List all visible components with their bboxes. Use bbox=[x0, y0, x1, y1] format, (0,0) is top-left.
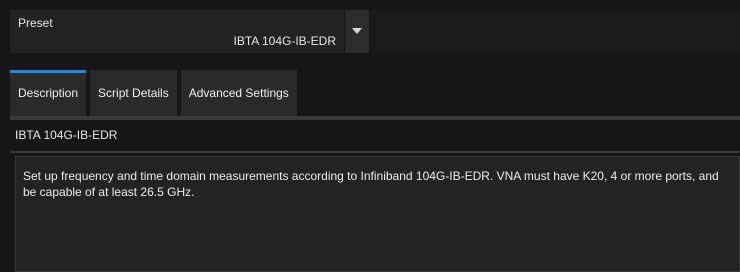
tab-advanced-settings[interactable]: Advanced Settings bbox=[180, 70, 297, 116]
preset-dialog: Preset IBTA 104G-IB-EDR Description Scri… bbox=[0, 0, 740, 272]
title-divider bbox=[10, 151, 740, 153]
preset-label: Preset bbox=[18, 16, 53, 30]
description-text: Set up frequency and time domain measure… bbox=[15, 156, 740, 272]
description-body: Set up frequency and time domain measure… bbox=[23, 169, 719, 199]
chevron-down-icon bbox=[352, 27, 362, 34]
preset-value: IBTA 104G-IB-EDR bbox=[233, 34, 336, 48]
description-title: IBTA 104G-IB-EDR bbox=[15, 128, 118, 142]
tab-description[interactable]: Description bbox=[10, 70, 87, 116]
tab-script-details[interactable]: Script Details bbox=[90, 70, 177, 116]
tab-script-details-label: Script Details bbox=[98, 86, 169, 100]
preset-dropdown-button[interactable] bbox=[345, 10, 369, 53]
tab-divider bbox=[10, 116, 740, 120]
tab-bar: Description Script Details Advanced Sett… bbox=[10, 70, 297, 116]
tab-advanced-settings-label: Advanced Settings bbox=[188, 86, 289, 100]
preset-selector[interactable]: Preset IBTA 104G-IB-EDR bbox=[10, 10, 344, 53]
tab-description-label: Description bbox=[18, 86, 79, 100]
preset-bar-background bbox=[370, 10, 740, 53]
